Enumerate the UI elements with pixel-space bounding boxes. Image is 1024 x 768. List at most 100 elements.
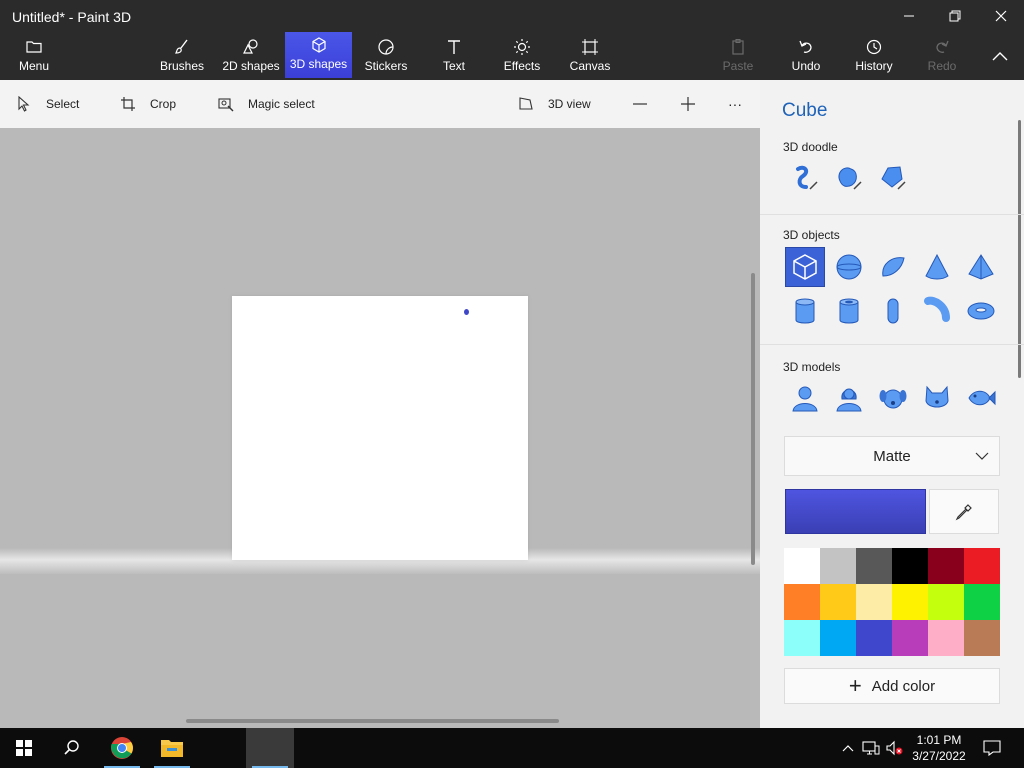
- panel-scrollbar[interactable]: [1018, 120, 1021, 378]
- taskbar-paint-3d[interactable]: [246, 728, 294, 768]
- color-swatch[interactable]: [856, 548, 892, 584]
- more-options-button[interactable]: ···: [728, 80, 742, 128]
- cube-icon: [793, 254, 817, 280]
- fish-model[interactable]: [961, 378, 1001, 418]
- dog-model[interactable]: [873, 378, 913, 418]
- cone-object[interactable]: [917, 247, 957, 287]
- color-swatch[interactable]: [892, 584, 928, 620]
- sphere-object[interactable]: [829, 247, 869, 287]
- drawn-dot[interactable]: [464, 309, 469, 315]
- search-button[interactable]: [48, 728, 96, 768]
- color-swatch[interactable]: [784, 584, 820, 620]
- zoom-in-button[interactable]: [680, 80, 696, 128]
- color-swatch[interactable]: [820, 620, 856, 656]
- current-color-swatch[interactable]: [785, 489, 926, 534]
- cube-object[interactable]: [785, 247, 825, 287]
- capsule-icon: [887, 298, 899, 324]
- menu-button[interactable]: Menu: [12, 34, 56, 78]
- menu-label: Menu: [18, 59, 50, 73]
- color-swatch[interactable]: [820, 548, 856, 584]
- color-swatch[interactable]: [892, 620, 928, 656]
- tab-stickers-label: Stickers: [364, 59, 408, 73]
- color-swatch[interactable]: [892, 548, 928, 584]
- minimize-button[interactable]: [886, 0, 932, 32]
- start-button[interactable]: [0, 728, 48, 768]
- soft-edge-doodle[interactable]: [829, 158, 869, 198]
- color-swatch[interactable]: [928, 620, 964, 656]
- cat-icon: [925, 385, 949, 408]
- man-model[interactable]: [785, 378, 825, 418]
- window-title: Untitled* - Paint 3D: [12, 9, 132, 25]
- tube-icon: [839, 298, 859, 324]
- add-color-button[interactable]: + Add color: [784, 668, 1000, 704]
- pyramid-object[interactable]: [961, 247, 1001, 287]
- taskbar-chrome[interactable]: [98, 728, 146, 768]
- system-clock[interactable]: 1:01 PM 3/27/2022: [906, 732, 972, 764]
- workspace[interactable]: [0, 128, 760, 728]
- tab-canvas[interactable]: Canvas: [566, 34, 614, 78]
- cat-model[interactable]: [917, 378, 957, 418]
- color-swatch[interactable]: [928, 584, 964, 620]
- doodle-tube-icon: [796, 165, 818, 190]
- action-center-button[interactable]: [978, 728, 1006, 768]
- volume-muted-icon: [886, 740, 903, 756]
- material-dropdown[interactable]: Matte: [784, 436, 1000, 476]
- network-icon: [862, 741, 880, 755]
- drawing-canvas[interactable]: [232, 296, 528, 560]
- undo-button[interactable]: Undo: [786, 34, 826, 78]
- color-swatch[interactable]: [856, 620, 892, 656]
- color-swatch[interactable]: [964, 620, 1000, 656]
- zoom-out-button[interactable]: [632, 80, 648, 128]
- curved-tube-object[interactable]: [917, 291, 957, 331]
- effects-icon: [514, 39, 530, 55]
- crop-tool[interactable]: Crop: [120, 80, 176, 128]
- tab-brushes[interactable]: Brushes: [156, 34, 208, 78]
- color-swatch[interactable]: [820, 584, 856, 620]
- horizontal-scrollbar[interactable]: [186, 719, 559, 723]
- tube-object[interactable]: [829, 291, 869, 331]
- section-divider: [760, 344, 1024, 345]
- redo-button[interactable]: Redo: [924, 34, 960, 78]
- tab-effects[interactable]: Effects: [500, 34, 544, 78]
- man-icon: [792, 386, 818, 412]
- undo-icon: [799, 40, 812, 53]
- restore-icon: [949, 10, 961, 22]
- network-tray[interactable]: [860, 728, 882, 768]
- restore-button[interactable]: [932, 0, 978, 32]
- show-hidden-icons[interactable]: [838, 728, 858, 768]
- woman-model[interactable]: [829, 378, 869, 418]
- clock-date: 3/27/2022: [912, 749, 966, 763]
- vertical-scrollbar[interactable]: [751, 273, 755, 565]
- capsule-object[interactable]: [873, 291, 913, 331]
- select-tool[interactable]: Select: [16, 80, 79, 128]
- donut-object[interactable]: [961, 291, 1001, 331]
- section-divider: [760, 214, 1024, 215]
- hemisphere-icon: [882, 257, 905, 277]
- paste-button[interactable]: Paste: [718, 34, 758, 78]
- taskbar: 1:01 PM 3/27/2022: [0, 728, 1024, 768]
- color-swatch[interactable]: [784, 548, 820, 584]
- tab-stickers[interactable]: Stickers: [362, 34, 410, 78]
- eyedropper-button[interactable]: [929, 489, 999, 534]
- 3d-view-toggle[interactable]: 3D view: [518, 80, 591, 128]
- sharp-edge-doodle[interactable]: [785, 158, 825, 198]
- volume-tray[interactable]: [883, 728, 905, 768]
- tab-2d-shapes[interactable]: 2D shapes: [220, 34, 282, 78]
- color-swatch[interactable]: [928, 548, 964, 584]
- taskbar-file-explorer[interactable]: [148, 728, 196, 768]
- history-button[interactable]: History: [852, 34, 896, 78]
- hemisphere-object[interactable]: [873, 247, 913, 287]
- color-swatch[interactable]: [784, 620, 820, 656]
- tab-3d-shapes[interactable]: 3D shapes: [285, 32, 352, 78]
- magic-select-tool[interactable]: Magic select: [218, 80, 315, 128]
- curved-tube-icon: [924, 296, 950, 322]
- cylinder-object[interactable]: [785, 291, 825, 331]
- color-swatch[interactable]: [856, 584, 892, 620]
- notification-icon: [983, 740, 1001, 756]
- color-swatch[interactable]: [964, 584, 1000, 620]
- tube-doodle[interactable]: [873, 158, 913, 198]
- close-button[interactable]: [978, 0, 1024, 32]
- color-swatch[interactable]: [964, 548, 1000, 584]
- tab-canvas-label: Canvas: [569, 59, 611, 73]
- tab-text[interactable]: Text: [434, 34, 474, 78]
